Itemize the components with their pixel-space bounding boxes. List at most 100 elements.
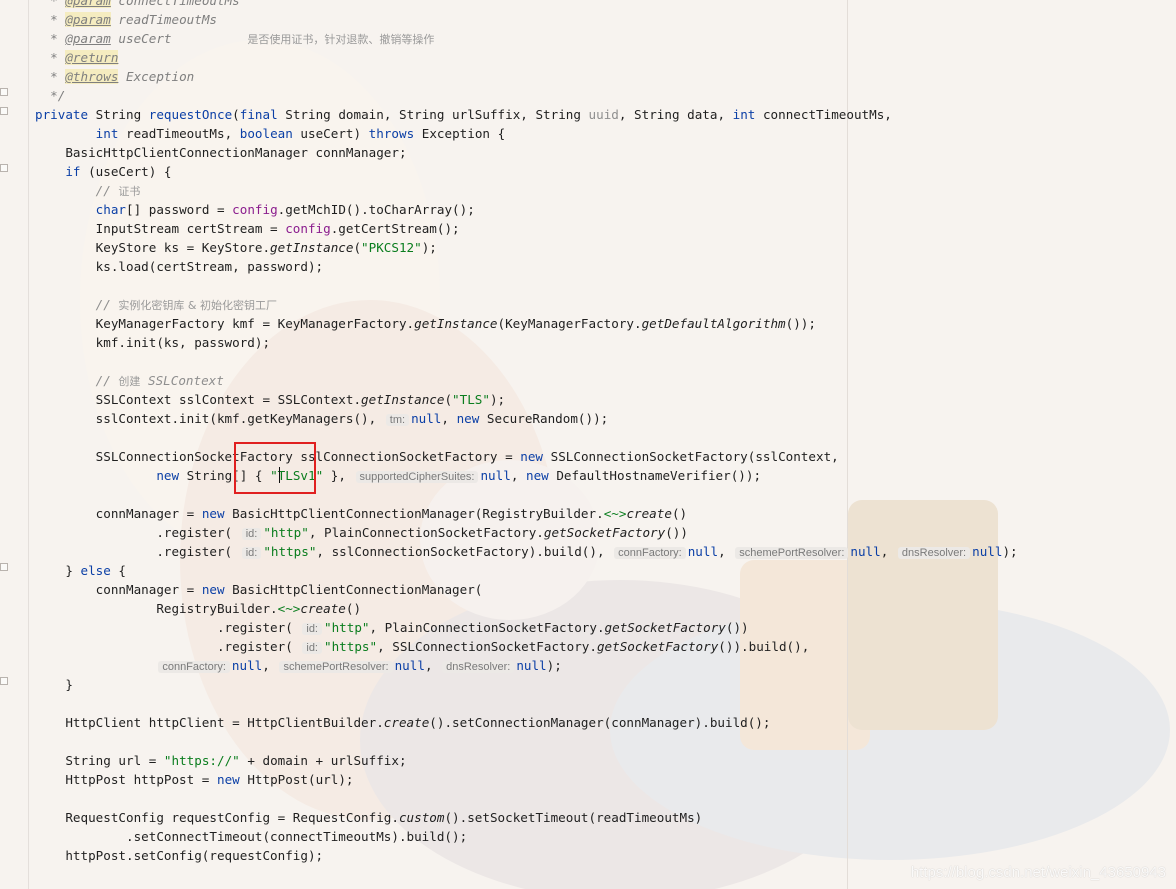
code-line[interactable]: char[] password = config.getMchID().toCh… bbox=[35, 200, 475, 219]
code-token: null bbox=[231, 658, 263, 673]
code-line[interactable]: .register( id: "https", SSLConnectionSock… bbox=[35, 637, 809, 656]
code-token: , bbox=[441, 411, 457, 426]
code-line[interactable]: // 证书 bbox=[35, 181, 141, 200]
code-line[interactable]: .register( id: "http", PlainConnectionSoc… bbox=[35, 523, 688, 542]
code-token: () bbox=[345, 601, 362, 616]
code-token: .register( bbox=[35, 525, 240, 540]
code-token: String url = bbox=[35, 753, 164, 768]
code-token: HttpPost httpPost = bbox=[35, 772, 217, 787]
code-token: } bbox=[35, 563, 81, 578]
code-line[interactable]: } bbox=[35, 675, 73, 694]
code-token: uuid bbox=[588, 107, 619, 122]
code-line[interactable]: SSLContext sslContext = SSLContext.getIn… bbox=[35, 390, 505, 409]
code-token: new bbox=[525, 468, 557, 483]
code-line[interactable]: connManager = new BasicHttpClientConnect… bbox=[35, 504, 687, 523]
code-token: useCert bbox=[110, 31, 248, 46]
code-line[interactable]: ks.load(certStream, password); bbox=[35, 257, 323, 276]
code-line[interactable]: InputStream certStream = config.getCertS… bbox=[35, 219, 460, 238]
code-line[interactable]: .setConnectTimeout(connectTimeoutMs).bui… bbox=[35, 827, 467, 846]
parameter-hint: id: bbox=[302, 623, 322, 635]
code-token: else bbox=[80, 563, 119, 578]
code-line[interactable]: if (useCert) { bbox=[35, 162, 172, 181]
code-line[interactable]: BasicHttpClientConnectionManager connMan… bbox=[35, 143, 406, 162]
code-line[interactable]: * @param useCert 是否使用证书，针对退款、撤销等操作 bbox=[35, 29, 434, 48]
code-line[interactable]: KeyManagerFactory kmf = KeyManagerFactor… bbox=[35, 314, 816, 333]
code-token: () bbox=[671, 506, 688, 521]
parameter-hint: id: bbox=[241, 528, 262, 540]
code-token: getInstance bbox=[414, 316, 498, 331]
editor-gutter[interactable] bbox=[0, 0, 29, 889]
code-token: ); bbox=[1002, 544, 1018, 559]
parameter-hint: connFactory: bbox=[614, 547, 686, 559]
code-token: 创建 bbox=[118, 375, 141, 388]
code-token: null bbox=[687, 544, 719, 559]
code-token: throws bbox=[368, 126, 422, 141]
code-token: new bbox=[520, 449, 551, 464]
code-token: DefaultHostnameVerifier()); bbox=[556, 468, 762, 483]
code-line[interactable]: httpPost.setConfig(requestConfig); bbox=[35, 846, 323, 865]
code-token: // bbox=[35, 183, 119, 198]
code-line[interactable]: int readTimeoutMs, boolean useCert) thro… bbox=[35, 124, 505, 143]
annotation-highlight-box bbox=[234, 442, 316, 494]
code-token: connectTimeoutMs bbox=[110, 0, 240, 8]
code-line[interactable]: KeyStore ks = KeyStore.getInstance("PKCS… bbox=[35, 238, 437, 257]
code-token: "https" bbox=[324, 639, 378, 654]
code-line[interactable]: String url = "https://" + domain + urlSu… bbox=[35, 751, 406, 770]
code-token: ks.load(certStream, password); bbox=[35, 259, 324, 274]
fold-marker-icon[interactable] bbox=[0, 563, 8, 571]
code-token: final bbox=[239, 107, 286, 122]
code-line[interactable]: new String[] { "TLSv1" }, supportedCiphe… bbox=[35, 466, 761, 485]
code-token: , PlainConnectionSocketFactory. bbox=[308, 525, 544, 540]
code-token: // bbox=[35, 373, 119, 388]
code-token: ()) bbox=[725, 620, 749, 635]
code-token: null bbox=[480, 468, 511, 483]
code-token: InputStream certStream = bbox=[35, 221, 286, 236]
code-line[interactable]: SSLConnectionSocketFactory sslConnection… bbox=[35, 447, 839, 466]
code-line[interactable]: .register( id: "http", PlainConnectionSoc… bbox=[35, 618, 749, 637]
code-token: getInstance bbox=[361, 392, 445, 407]
code-token: "PKCS12" bbox=[361, 240, 422, 255]
code-line[interactable]: HttpPost httpPost = new HttpPost(url); bbox=[35, 770, 353, 789]
code-line[interactable]: // 实例化密钥库 & 初始化密钥工厂 bbox=[35, 295, 277, 314]
code-line[interactable]: RegistryBuilder.<~>create() bbox=[35, 599, 361, 618]
code-token: [] password = bbox=[126, 202, 233, 217]
code-line[interactable]: * @param readTimeoutMs bbox=[35, 10, 217, 29]
code-line[interactable]: RequestConfig requestConfig = RequestCon… bbox=[35, 808, 702, 827]
code-line[interactable]: kmf.init(ks, password); bbox=[35, 333, 270, 352]
code-line[interactable]: */ bbox=[35, 86, 65, 105]
code-editor[interactable]: * @param connectTimeoutMs * @param readT… bbox=[0, 0, 1176, 889]
code-token: create bbox=[300, 601, 346, 616]
code-line[interactable]: connManager = new BasicHttpClientConnect… bbox=[35, 580, 483, 599]
code-line[interactable]: connFactory: null, schemePortResolver: nul… bbox=[35, 656, 562, 675]
fold-marker-icon[interactable] bbox=[0, 677, 8, 685]
parameter-hint: dnsResolver: bbox=[442, 661, 515, 673]
code-line[interactable]: * @return bbox=[35, 48, 119, 67]
fold-marker-icon[interactable] bbox=[0, 88, 8, 96]
code-token: config bbox=[285, 221, 331, 236]
code-token: ().setSocketTimeout(readTimeoutMs) bbox=[444, 810, 703, 825]
code-token: getDefaultAlgorithm bbox=[641, 316, 786, 331]
fold-marker-icon[interactable] bbox=[0, 107, 8, 115]
code-line[interactable]: * @throws Exception bbox=[35, 67, 194, 86]
parameter-hint: schemePortResolver: bbox=[735, 547, 849, 559]
code-token: null bbox=[394, 658, 425, 673]
code-token: , bbox=[262, 658, 278, 673]
code-line[interactable]: private String requestOnce(final String … bbox=[35, 105, 892, 124]
code-line[interactable]: HttpClient httpClient = HttpClientBuilde… bbox=[35, 713, 770, 732]
code-token: 实例化密钥库 & 初始化密钥工厂 bbox=[118, 299, 277, 312]
code-line[interactable]: // 创建 SSLContext bbox=[35, 371, 224, 390]
code-line[interactable]: sslContext.init(kmf.getKeyManagers(), tm… bbox=[35, 409, 608, 428]
code-line[interactable]: } else { bbox=[35, 561, 126, 580]
code-token: (useCert) { bbox=[88, 164, 172, 179]
code-line[interactable]: * @param connectTimeoutMs bbox=[35, 0, 240, 10]
code-token: connectTimeoutMs, bbox=[762, 107, 892, 122]
code-token: config bbox=[232, 202, 278, 217]
code-line[interactable]: .register( id: "https", sslConnectionSock… bbox=[35, 542, 1018, 561]
code-token: String domain, String urlSuffix, String bbox=[285, 107, 589, 122]
code-token: // bbox=[35, 297, 119, 312]
fold-marker-icon[interactable] bbox=[0, 164, 8, 172]
